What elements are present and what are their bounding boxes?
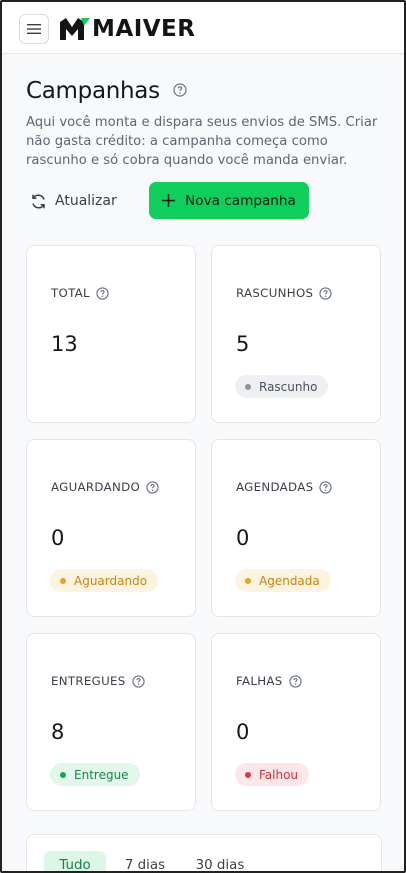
status-badge-falhou: Falhou bbox=[235, 763, 310, 786]
status-badge-label: Falhou bbox=[259, 767, 299, 782]
status-badge-aguardando: Aguardando bbox=[50, 569, 159, 592]
status-badge-label: Agendada bbox=[259, 573, 320, 588]
new-campaign-button[interactable]: Nova campanha bbox=[149, 182, 309, 219]
status-badge-label: Entregue bbox=[74, 767, 129, 782]
status-badge-label: Rascunho bbox=[259, 379, 318, 394]
stat-label-text: AGUARDANDO bbox=[51, 480, 141, 494]
top-bar: MAIVER bbox=[2, 2, 404, 54]
status-badge-rascunho: Rascunho bbox=[235, 375, 329, 398]
stat-value: 0 bbox=[236, 526, 250, 550]
stat-card-falhas: FALHAS 0 Falhou bbox=[211, 633, 381, 811]
stat-value: 0 bbox=[51, 526, 65, 550]
stat-label-text: RASCUNHOS bbox=[236, 286, 314, 300]
period-filter: Tudo 7 dias 30 dias bbox=[26, 834, 382, 871]
stat-label: FALHAS bbox=[236, 674, 302, 688]
stat-label-text: ENTREGUES bbox=[51, 674, 126, 688]
stat-value: 13 bbox=[51, 332, 78, 356]
status-dot bbox=[60, 577, 66, 584]
stat-value: 0 bbox=[236, 720, 250, 744]
stat-label: ENTREGUES bbox=[51, 674, 145, 688]
help-icon[interactable] bbox=[288, 674, 302, 688]
page-title-text: Campanhas bbox=[26, 78, 160, 104]
help-icon[interactable] bbox=[319, 286, 332, 300]
filter-tab-7-dias[interactable]: 7 dias bbox=[115, 851, 175, 871]
filter-tab-tudo[interactable]: Tudo bbox=[44, 851, 106, 871]
page-title: Campanhas bbox=[26, 78, 187, 104]
refresh-icon bbox=[32, 193, 45, 209]
stat-label: AGENDADAS bbox=[236, 480, 333, 494]
plus-icon bbox=[162, 194, 176, 207]
help-icon[interactable] bbox=[131, 674, 145, 688]
help-icon[interactable] bbox=[319, 480, 333, 494]
stat-label: AGUARDANDO bbox=[51, 480, 159, 494]
stat-card-agendadas: AGENDADAS 0 Agendada bbox=[211, 439, 381, 617]
menu-button[interactable] bbox=[19, 14, 49, 44]
help-icon[interactable] bbox=[146, 480, 159, 494]
status-dot bbox=[245, 383, 251, 390]
stat-label: RASCUNHOS bbox=[236, 286, 332, 300]
stat-card-aguardando: AGUARDANDO 0 Aguardando bbox=[26, 439, 196, 617]
refresh-label: Atualizar bbox=[55, 193, 117, 209]
status-badge-label: Aguardando bbox=[74, 573, 148, 588]
stat-label-text: FALHAS bbox=[236, 674, 283, 688]
status-badge-agendada: Agendada bbox=[235, 569, 331, 592]
brand-logo[interactable]: MAIVER bbox=[60, 15, 195, 43]
new-campaign-label: Nova campanha bbox=[185, 192, 296, 209]
stat-value: 8 bbox=[51, 720, 65, 744]
stat-card-total: TOTAL 13 bbox=[26, 245, 196, 423]
stat-value: 5 bbox=[236, 332, 250, 356]
status-dot bbox=[245, 771, 251, 778]
refresh-button[interactable]: Atualizar bbox=[30, 188, 117, 214]
stat-card-rascunhos: RASCUNHOS 5 Rascunho bbox=[211, 245, 381, 423]
help-icon[interactable] bbox=[96, 286, 109, 300]
status-dot bbox=[60, 771, 66, 778]
stat-label-text: TOTAL bbox=[51, 286, 90, 300]
hamburger-menu-icon bbox=[27, 24, 41, 34]
logo-mark-icon bbox=[60, 18, 90, 40]
page-description: Aqui você monta e dispara seus envios de… bbox=[26, 115, 378, 168]
stat-card-entregues: ENTREGUES 8 Entregue bbox=[26, 633, 196, 811]
app-frame: MAIVER Campanhas Aqui você monta e dispa… bbox=[0, 0, 406, 873]
status-dot bbox=[245, 577, 251, 584]
stat-label-text: AGENDADAS bbox=[236, 480, 314, 494]
status-badge-entregue: Entregue bbox=[50, 763, 140, 786]
filter-tab-30-dias[interactable]: 30 dias bbox=[187, 851, 253, 871]
stat-label: TOTAL bbox=[51, 286, 109, 300]
brand-name: MAIVER bbox=[92, 16, 196, 42]
help-icon[interactable] bbox=[173, 82, 187, 97]
